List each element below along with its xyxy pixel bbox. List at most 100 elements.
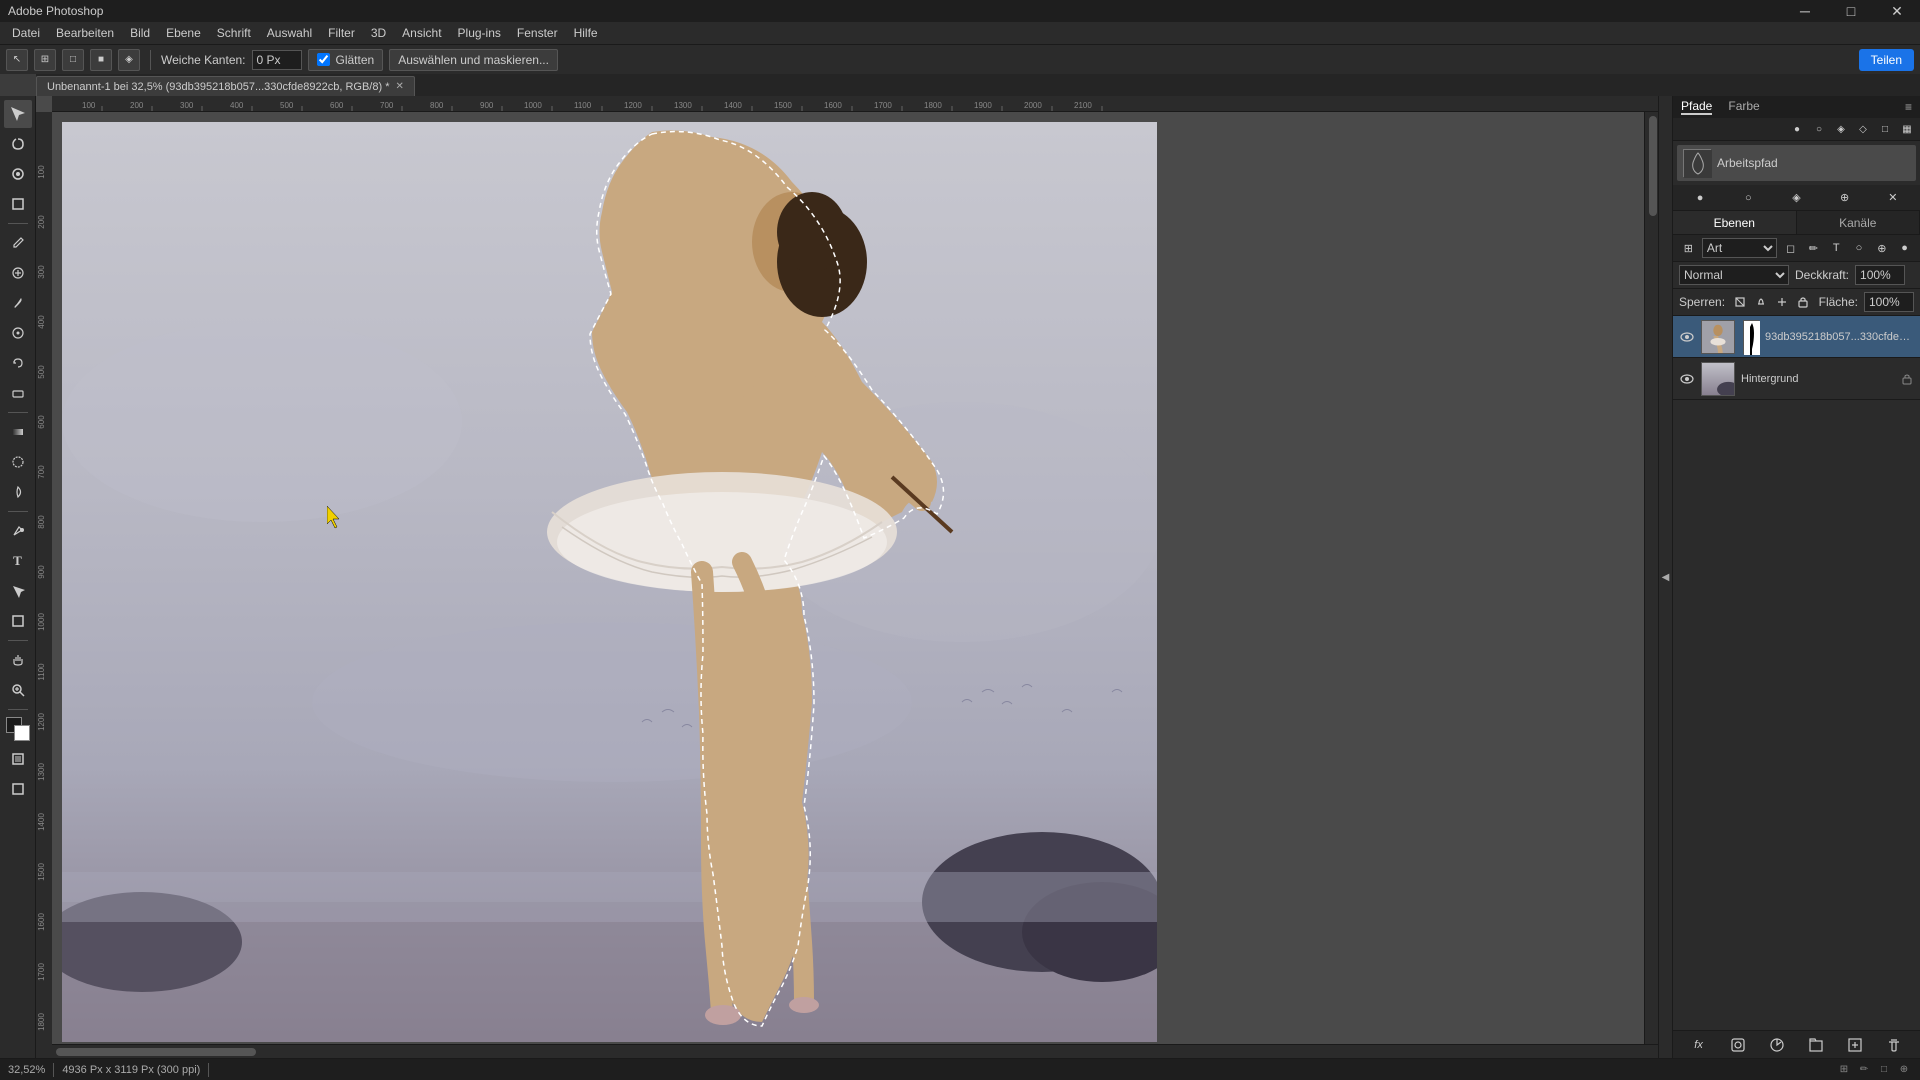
transform-option[interactable]: ⊞ xyxy=(34,49,56,71)
hand-tool-button[interactable] xyxy=(4,646,32,674)
path-mask-icon[interactable]: ◈ xyxy=(1832,120,1850,138)
crop-tool-button[interactable] xyxy=(4,190,32,218)
eyedropper-button[interactable] xyxy=(4,229,32,257)
create-group-button[interactable] xyxy=(1806,1035,1826,1055)
auswaehlen-maskieren-button[interactable]: Auswählen und maskieren... xyxy=(389,49,558,71)
menu-datei[interactable]: Datei xyxy=(4,24,48,42)
path-stroke-icon[interactable]: ○ xyxy=(1810,120,1828,138)
lock-paint-icon[interactable] xyxy=(1752,293,1770,311)
horizontal-scroll-thumb[interactable] xyxy=(56,1048,256,1056)
menu-hilfe[interactable]: Hilfe xyxy=(566,24,606,42)
zoom-tool-button[interactable] xyxy=(4,676,32,704)
healing-brush-button[interactable] xyxy=(4,259,32,287)
background-color-swatch[interactable] xyxy=(14,725,30,741)
share-button[interactable]: Teilen xyxy=(1859,49,1914,71)
arbeitspad-row[interactable]: Arbeitspfad xyxy=(1677,145,1916,181)
brush-tool-button[interactable] xyxy=(4,289,32,317)
path-fill-sel-icon[interactable]: ● xyxy=(1691,189,1709,207)
farbe-tab[interactable]: Farbe xyxy=(1728,99,1759,115)
layer-visibility-toggle[interactable] xyxy=(1679,329,1695,345)
glatten-check[interactable] xyxy=(317,53,330,66)
screen-mode-button[interactable] xyxy=(4,775,32,803)
text-tool-button[interactable]: T xyxy=(4,547,32,575)
horizontal-scrollbar[interactable] xyxy=(52,1044,1658,1058)
mode-option3[interactable]: ◈ xyxy=(118,49,140,71)
path-stroke-sel-icon[interactable]: ○ xyxy=(1739,189,1757,207)
document-tab[interactable]: Unbenannt-1 bei 32,5% (93db395218b057...… xyxy=(36,76,415,96)
layers-icon1[interactable]: ◻ xyxy=(1781,238,1800,258)
menu-ebene[interactable]: Ebene xyxy=(158,24,209,42)
dodge-tool-button[interactable] xyxy=(4,478,32,506)
add-layer-mask-button[interactable] xyxy=(1728,1035,1748,1055)
color-swatches[interactable] xyxy=(4,715,32,743)
panel-menu-icon[interactable]: ≡ xyxy=(1905,100,1912,114)
filter-icon[interactable]: ⊞ xyxy=(1679,238,1698,258)
layer-row[interactable]: 93db395218b057...330cfde8922cb xyxy=(1673,316,1920,358)
eraser-button[interactable] xyxy=(4,379,32,407)
status-icon3[interactable]: □ xyxy=(1876,1062,1892,1078)
layer-visibility-toggle[interactable] xyxy=(1679,371,1695,387)
kanaele-tab[interactable]: Kanäle xyxy=(1797,211,1920,234)
status-icon1[interactable]: ⊞ xyxy=(1836,1062,1852,1078)
ebenen-tab[interactable]: Ebenen xyxy=(1673,211,1797,234)
vertical-scrollbar[interactable] xyxy=(1644,112,1658,1044)
menu-schrift[interactable]: Schrift xyxy=(209,24,259,42)
close-button[interactable]: ✕ xyxy=(1874,0,1920,22)
menu-bearbeiten[interactable]: Bearbeiten xyxy=(48,24,122,42)
layer-row[interactable]: Hintergrund xyxy=(1673,358,1920,400)
move-tool-option[interactable]: ↖ xyxy=(6,49,28,71)
blend-mode-select[interactable]: Normal xyxy=(1679,265,1789,285)
minimize-button[interactable]: ─ xyxy=(1782,0,1828,22)
menu-fenster[interactable]: Fenster xyxy=(509,24,566,42)
status-icon2[interactable]: ✏ xyxy=(1856,1062,1872,1078)
path-diamond-icon[interactable]: ◇ xyxy=(1854,120,1872,138)
vertical-scroll-thumb[interactable] xyxy=(1649,116,1657,216)
history-brush-button[interactable] xyxy=(4,349,32,377)
quick-selection-button[interactable] xyxy=(4,160,32,188)
gradient-tool-button[interactable] xyxy=(4,418,32,446)
move-tool-button[interactable] xyxy=(4,100,32,128)
clone-stamp-button[interactable] xyxy=(4,319,32,347)
quick-mask-button[interactable] xyxy=(4,745,32,773)
menu-filter[interactable]: Filter xyxy=(320,24,363,42)
maximize-button[interactable]: □ xyxy=(1828,0,1874,22)
add-fx-button[interactable]: fx xyxy=(1689,1035,1709,1055)
menu-3d[interactable]: 3D xyxy=(363,24,394,42)
pen-tool-button[interactable] xyxy=(4,517,32,545)
path-fill-icon[interactable]: ● xyxy=(1788,120,1806,138)
tab-close-icon[interactable]: ✕ xyxy=(395,81,403,92)
layers-icon5[interactable]: ⊕ xyxy=(1872,238,1891,258)
layers-icon2[interactable]: ✏ xyxy=(1804,238,1823,258)
layers-filter-toggle[interactable]: ● xyxy=(1895,238,1914,258)
deckkraft-input[interactable]: 100% xyxy=(1855,265,1905,285)
status-icon4[interactable]: ⊕ xyxy=(1896,1062,1912,1078)
new-layer-button[interactable] xyxy=(1845,1035,1865,1055)
lasso-tool-button[interactable] xyxy=(4,130,32,158)
delete-layer-button[interactable] xyxy=(1884,1035,1904,1055)
lock-transparent-icon[interactable] xyxy=(1731,293,1749,311)
menu-bild[interactable]: Bild xyxy=(122,24,158,42)
layers-icon3[interactable]: T xyxy=(1827,238,1846,258)
blur-tool-button[interactable] xyxy=(4,448,32,476)
delete-path-icon[interactable]: ✕ xyxy=(1884,189,1902,207)
menu-ansicht[interactable]: Ansicht xyxy=(394,24,449,42)
mode-option1[interactable]: □ xyxy=(62,49,84,71)
layer-type-filter[interactable]: Art xyxy=(1702,238,1777,258)
path-mask2-icon[interactable]: ▦ xyxy=(1898,120,1916,138)
layers-icon4[interactable]: ○ xyxy=(1850,238,1869,258)
path-selection-button[interactable] xyxy=(4,577,32,605)
path-rect-icon[interactable]: □ xyxy=(1876,120,1894,138)
menu-plugins[interactable]: Plug-ins xyxy=(450,24,509,42)
weiche-kanten-input[interactable] xyxy=(252,50,302,70)
menu-auswahl[interactable]: Auswahl xyxy=(259,24,320,42)
panel-expand-button[interactable]: ◀ xyxy=(1658,96,1672,1058)
shape-tool-button[interactable] xyxy=(4,607,32,635)
flache-input[interactable]: 100% xyxy=(1864,292,1914,312)
glatten-checkbox[interactable]: Glätten xyxy=(308,49,384,71)
lock-position-icon[interactable] xyxy=(1773,293,1791,311)
add-adjustment-button[interactable] xyxy=(1767,1035,1787,1055)
mode-option2[interactable]: ■ xyxy=(90,49,112,71)
path-to-mask-icon[interactable]: ◈ xyxy=(1787,189,1805,207)
lock-all-icon[interactable] xyxy=(1794,293,1812,311)
new-path-icon[interactable]: ⊕ xyxy=(1836,189,1854,207)
